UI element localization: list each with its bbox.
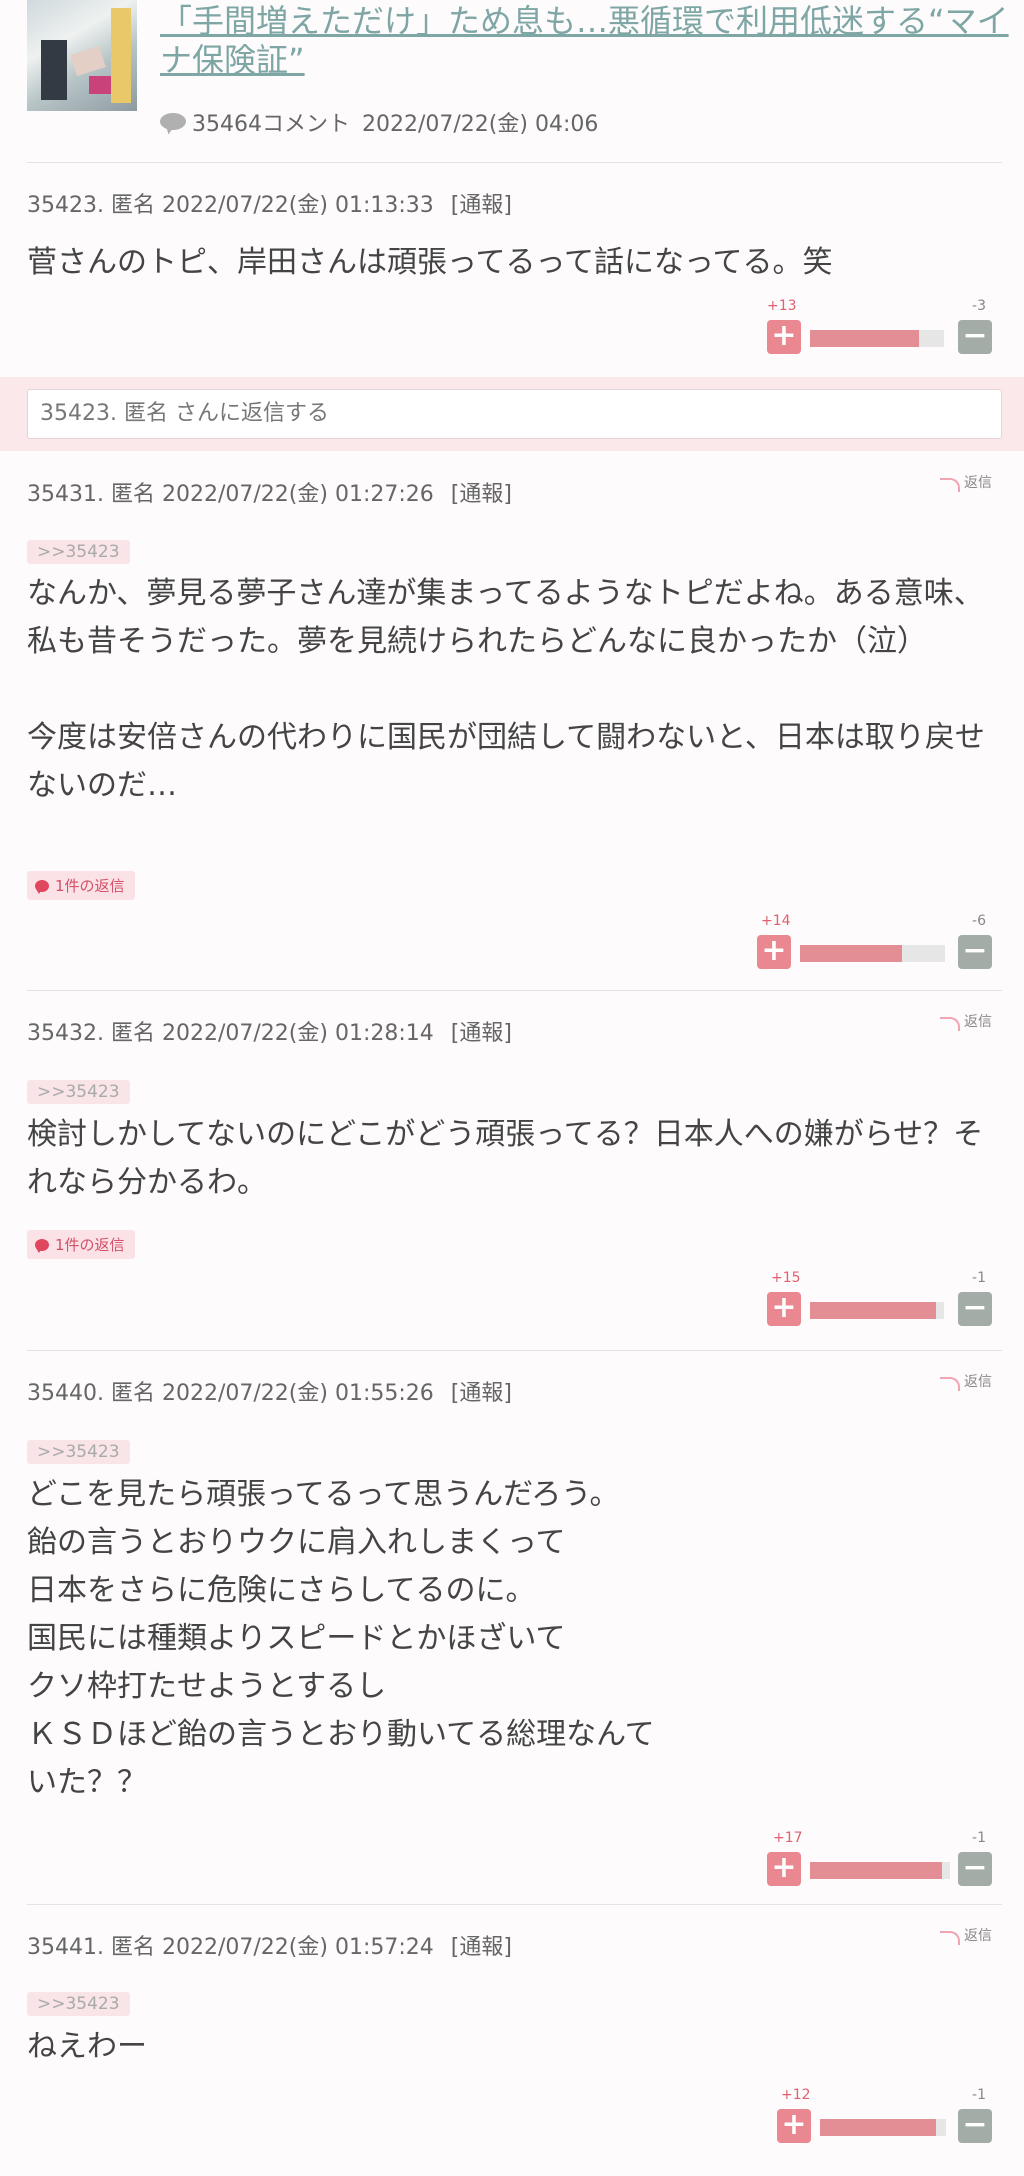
report-link[interactable]: [通報] [451, 482, 512, 507]
minus-count: -3 [972, 298, 986, 314]
comment-35431: 35431. 匿名 2022/07/22(金) 01:27:26 [通報] 返信… [27, 452, 1002, 991]
vote-widget: +15 -1 + − [767, 1270, 992, 1334]
reply-label: 返信 [964, 1374, 992, 1390]
reply-count-label: 1件の返信 [55, 877, 125, 895]
comment-body: なんか、夢見る夢子さん達が集まってるようなトピだよね。ある意味、私も昔そうだった… [27, 576, 985, 803]
reply-arrow-icon [940, 1377, 960, 1391]
speech-bubble-icon [35, 879, 49, 894]
plus-vote-button[interactable]: + [767, 320, 801, 354]
reply-arrow-icon [940, 1017, 960, 1031]
anchor-link[interactable]: >>35423 [27, 1080, 130, 1104]
vote-bar [800, 945, 945, 962]
comment-35441: 35441. 匿名 2022/07/22(金) 01:57:24 [通報] 返信… [27, 1905, 1002, 2165]
reply-count-badge[interactable]: 1件の返信 [27, 871, 135, 900]
minus-vote-button[interactable]: − [958, 2109, 992, 2143]
plus-count: +17 [773, 1830, 803, 1846]
anchor-link[interactable]: >>35423 [27, 540, 130, 564]
report-link[interactable]: [通報] [451, 193, 512, 218]
comment-id: 35440. 匿名 [27, 1381, 155, 1406]
plus-vote-button[interactable]: + [777, 2109, 811, 2143]
comment-date: 2022/07/22(金) 01:27:26 [161, 482, 434, 507]
anchor-link[interactable]: >>35423 [27, 1440, 130, 1464]
plus-vote-button[interactable]: + [767, 1292, 801, 1326]
comment-body: 菅さんのトピ、岸田さんは頑張ってるって話になってる。笑 [27, 245, 833, 280]
reply-label: 返信 [964, 1014, 992, 1030]
article-header: 「手間増えただけ」ため息も…悪循環で利用低迷する“マイナ保険証” 35464コメ… [27, 0, 1009, 163]
vote-widget: +13 -3 + − [767, 298, 992, 362]
reply-button[interactable]: 返信 [940, 1371, 992, 1391]
minus-vote-button[interactable]: − [958, 1292, 992, 1326]
comment-date: 2022/07/22(金) 01:57:24 [161, 1935, 434, 1960]
plus-count: +15 [771, 1270, 801, 1286]
page: 「手間増えただけ」ため息も…悪循環で利用低迷する“マイナ保険証” 35464コメ… [0, 0, 1024, 2176]
comment-body: 検討しかしてないのにどこがどう頑張ってる？日本人への嫌がらせ？それなら分かるわ。 [27, 1117, 984, 1200]
minus-vote-button[interactable]: − [958, 320, 992, 354]
plus-count: +12 [781, 2087, 811, 2103]
plus-vote-button[interactable]: + [767, 1852, 801, 1886]
anchor-link[interactable]: >>35423 [27, 1992, 130, 2016]
comment-date: 2022/07/22(金) 01:28:14 [161, 1021, 434, 1046]
speech-bubble-icon [35, 1238, 49, 1253]
article-thumbnail[interactable] [27, 0, 137, 111]
minus-count: -1 [972, 1830, 986, 1846]
vote-bar-fill [820, 2119, 936, 2136]
reply-label: 返信 [964, 475, 992, 491]
comment-35423: 35423. 匿名 2022/07/22(金) 01:13:33 [通報] 菅さ… [27, 163, 1002, 377]
vote-bar-fill [810, 1302, 936, 1319]
comment-date: 2022/07/22(金) 01:13:33 [161, 193, 434, 218]
comment-35440: 35440. 匿名 2022/07/22(金) 01:55:26 [通報] 返信… [27, 1351, 1002, 1905]
report-link[interactable]: [通報] [451, 1935, 512, 1960]
reply-button[interactable]: 返信 [940, 1011, 992, 1031]
minus-vote-button[interactable]: − [958, 935, 992, 969]
comment-body: どこを見たら頑張ってるって思うんだろう。 飴の言うとおりウクに肩入れしまくって … [27, 1477, 655, 1800]
comment-35432: 35432. 匿名 2022/07/22(金) 01:28:14 [通報] 返信… [27, 991, 1002, 1351]
article-date: 2022/07/22(金) 04:06 [362, 112, 599, 137]
plus-vote-button[interactable]: + [757, 935, 791, 969]
comment-bubble-icon [160, 113, 186, 131]
article-title-link[interactable]: 「手間増えただけ」ため息も…悪循環で利用低迷する“マイナ保険証” [160, 2, 1024, 80]
vote-widget: +12 -1 + − [777, 2087, 992, 2151]
minus-count: -1 [972, 2087, 986, 2103]
vote-widget: +17 -1 + − [767, 1830, 992, 1894]
comment-id: 35423. 匿名 [27, 193, 155, 218]
vote-bar [810, 1862, 950, 1879]
comment-header: 35432. 匿名 2022/07/22(金) 01:28:14 [通報] [27, 1015, 512, 1047]
reply-count-label: 1件の返信 [55, 1236, 125, 1254]
vote-bar [810, 330, 944, 347]
reply-input[interactable]: 35423. 匿名 さんに返信する [27, 389, 1002, 439]
vote-bar-fill [810, 330, 919, 347]
reply-arrow-icon [940, 1931, 960, 1945]
reply-button[interactable]: 返信 [940, 472, 992, 492]
comment-id: 35431. 匿名 [27, 482, 155, 507]
comment-header: 35431. 匿名 2022/07/22(金) 01:27:26 [通報] [27, 476, 512, 508]
minus-vote-button[interactable]: − [958, 1852, 992, 1886]
plus-count: +13 [767, 298, 797, 314]
vote-bar-fill [810, 1862, 942, 1879]
plus-count: +14 [761, 913, 791, 929]
reply-arrow-icon [940, 478, 960, 492]
report-link[interactable]: [通報] [451, 1381, 512, 1406]
comment-date: 2022/07/22(金) 01:55:26 [161, 1381, 434, 1406]
vote-bar-fill [800, 945, 902, 962]
comment-id: 35432. 匿名 [27, 1021, 155, 1046]
reply-count-badge[interactable]: 1件の返信 [27, 1230, 135, 1259]
vote-bar [810, 1302, 944, 1319]
article-meta: 35464コメント 2022/07/22(金) 04:06 [160, 106, 598, 138]
vote-bar [820, 2119, 946, 2136]
reply-box: 35423. 匿名 さんに返信する [0, 377, 1024, 451]
reply-button[interactable]: 返信 [940, 1925, 992, 1945]
minus-count: -1 [972, 1270, 986, 1286]
comment-body: ねえわー [27, 2029, 147, 2064]
minus-count: -6 [972, 913, 986, 929]
report-link[interactable]: [通報] [451, 1021, 512, 1046]
vote-widget: +14 -6 + − [757, 913, 992, 977]
comment-header: 35440. 匿名 2022/07/22(金) 01:55:26 [通報] [27, 1375, 512, 1407]
reply-label: 返信 [964, 1928, 992, 1944]
comment-id: 35441. 匿名 [27, 1935, 155, 1960]
comment-count: 35464コメント [192, 112, 350, 137]
comment-header: 35423. 匿名 2022/07/22(金) 01:13:33 [通報] [27, 187, 512, 219]
comment-header: 35441. 匿名 2022/07/22(金) 01:57:24 [通報] [27, 1929, 512, 1961]
